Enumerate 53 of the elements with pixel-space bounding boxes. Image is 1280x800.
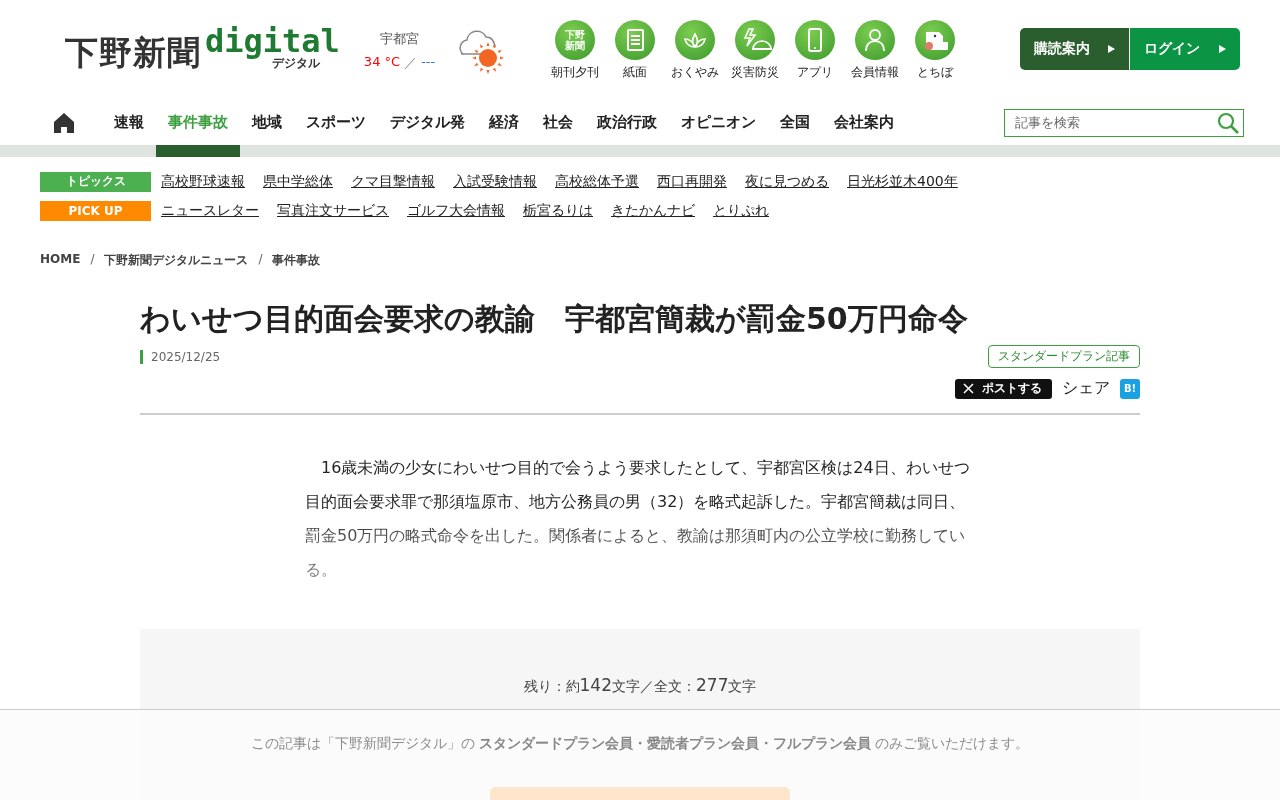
breadcrumb-link[interactable]: HOME <box>40 252 81 269</box>
topic-link[interactable]: 高校野球速報 <box>161 172 245 191</box>
caret-icon <box>1108 45 1115 53</box>
topic-link[interactable]: 写真注文サービス <box>277 201 389 220</box>
search-field[interactable]: 記事を検索 <box>1004 108 1244 137</box>
logo-subtitle: デジタル <box>271 56 320 70</box>
weather-city: 宇都宮 <box>380 30 420 48</box>
topic-link[interactable]: 夜に見つめる <box>745 172 829 191</box>
topic-link[interactable]: ニュースレター <box>161 201 259 220</box>
topic-label: PICK UP <box>40 200 151 221</box>
nav-tab[interactable]: 政治行政 <box>585 100 669 145</box>
high-temperature: 34 °C <box>363 54 401 71</box>
breadcrumb-link[interactable]: 下野新聞デジタルニュース <box>104 252 249 269</box>
topic-link[interactable]: とりぷれ <box>713 201 769 220</box>
breadcrumb-separator: / <box>90 252 95 268</box>
share-label: シェア <box>1062 378 1110 399</box>
nav-tab[interactable]: スポーツ <box>294 100 378 145</box>
breadcrumb-separator: / <box>258 252 263 268</box>
nav-tab[interactable]: 全国 <box>768 100 822 145</box>
logo-text: 下野新聞 <box>65 36 201 70</box>
topic-link[interactable]: ゴルフ大会情報 <box>407 201 505 220</box>
topic-link[interactable]: クマ目撃情報 <box>351 172 435 191</box>
article-title: わいせつ目的面会要求の教諭 宇都宮簡裁が罰金50万円命令 <box>140 300 969 338</box>
nav-tab[interactable]: 会社案内 <box>822 100 906 145</box>
breadcrumb-current: 事件事故 <box>272 252 321 269</box>
x-logo-icon <box>963 383 974 394</box>
subscribe-button[interactable]: 購読案内 <box>1020 28 1130 70</box>
topic-link[interactable]: 高校総体予選 <box>555 172 639 191</box>
nav-tab[interactable]: 経済 <box>477 100 531 145</box>
newspaper-logo-text: 下野新聞 <box>564 29 587 51</box>
plan-tag: スタンダードプラン記事 <box>988 345 1140 368</box>
service-link[interactable]: 下野新聞 朝刊夕刊 <box>551 20 600 81</box>
publish-date: 2025/12/25 <box>140 349 221 364</box>
topic-label: トピックス <box>40 171 151 192</box>
temperature-separator: ／ <box>404 54 418 72</box>
topic-link[interactable]: 栃宮るりは <box>523 201 593 220</box>
nav-tab[interactable]: デジタル発 <box>378 100 477 145</box>
topic-link[interactable]: 入試受験情報 <box>453 172 537 191</box>
nav-tab[interactable]: 速報 <box>102 100 156 145</box>
topic-link[interactable]: 日光杉並木400年 <box>847 172 958 191</box>
home-icon[interactable] <box>52 110 76 135</box>
low-temperature: --- <box>421 54 436 71</box>
nav-tab[interactable]: 社会 <box>531 100 585 145</box>
remaining-count: 残り：約142文字／全文：277文字 <box>522 674 758 697</box>
login-button[interactable]: ログイン <box>1130 28 1240 70</box>
post-button[interactable]: ポストする <box>955 378 1052 399</box>
nav-tab[interactable]: オピニオン <box>669 100 768 145</box>
topic-link[interactable]: 西口再開発 <box>657 172 727 191</box>
caret-icon <box>1219 45 1226 53</box>
paywall-notice: この記事は「下野新聞デジタル」の スタンダードプラン会員・愛読者プラン会員・フルプラン会員 のみご覧いただけます。 <box>250 735 1030 753</box>
topic-link[interactable]: きたかんナビ <box>611 201 695 220</box>
topic-link[interactable]: 県中学総体 <box>263 172 333 191</box>
nav-tab[interactable]: 地域 <box>240 100 294 145</box>
